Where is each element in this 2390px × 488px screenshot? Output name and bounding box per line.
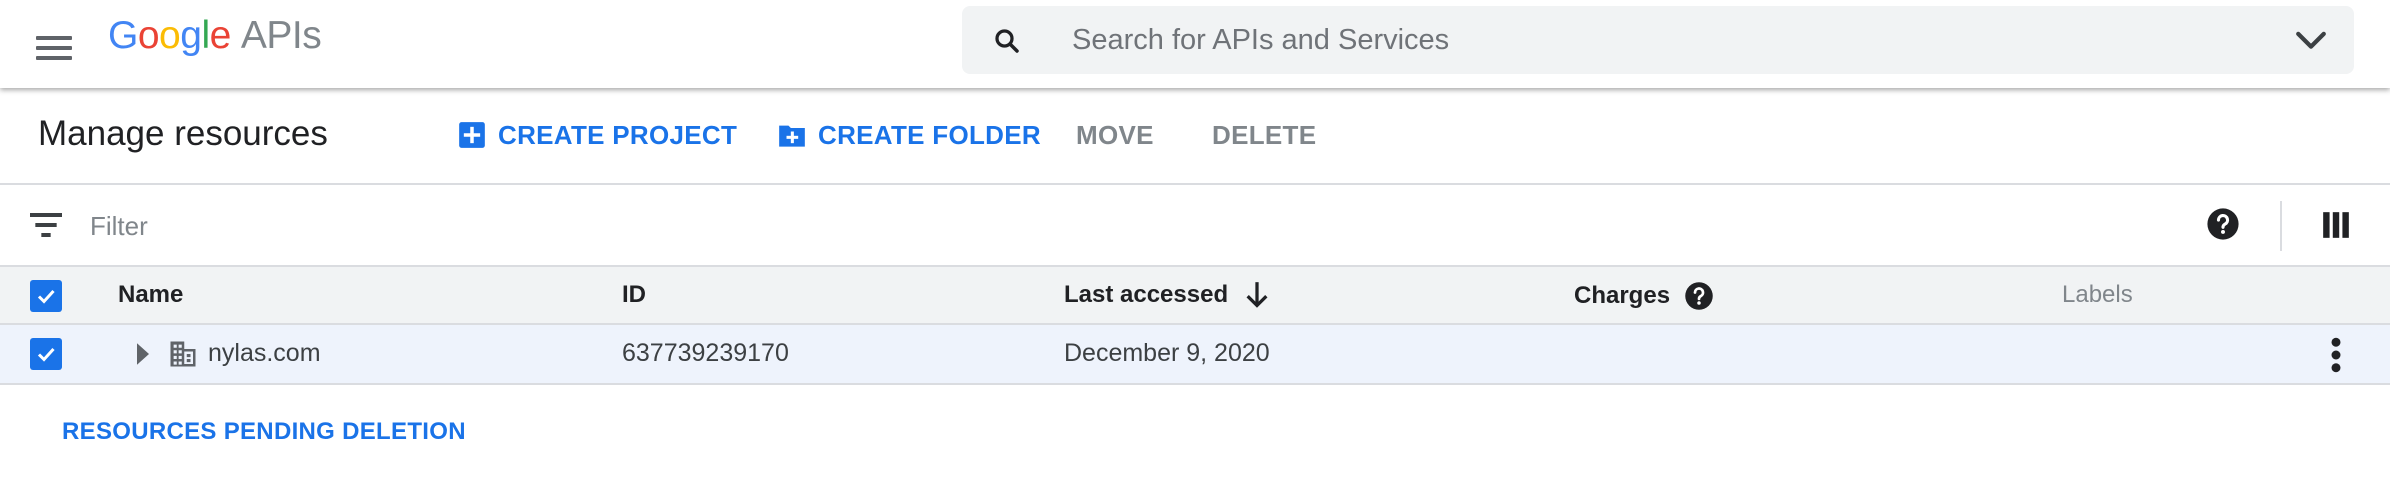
- create-project-button[interactable]: CREATE PROJECT: [458, 112, 737, 158]
- more-vert-icon[interactable]: [2324, 337, 2348, 373]
- expand-arrow-icon[interactable]: [134, 342, 152, 366]
- column-header-label: Charges: [1574, 282, 1671, 309]
- filter-list-icon: [30, 213, 62, 237]
- column-header-label: Last accessed: [1064, 281, 1229, 308]
- menu-icon-bar: [36, 56, 72, 60]
- menu-icon-bar: [36, 46, 72, 50]
- help-icon[interactable]: [2206, 207, 2240, 241]
- create-folder-button[interactable]: CREATE FOLDER: [778, 112, 1041, 158]
- column-header-name[interactable]: Name: [118, 281, 183, 309]
- create-folder-icon: [779, 125, 805, 147]
- checkmark-icon: [37, 289, 55, 304]
- create-project-label: CREATE PROJECT: [498, 119, 738, 150]
- logo-product-name: APIs: [240, 14, 322, 57]
- logo-letter: o: [137, 14, 160, 57]
- delete-button[interactable]: DELETE: [1212, 112, 1316, 158]
- search-icon: [995, 29, 1019, 53]
- column-header-label: Name: [118, 281, 184, 308]
- filter-input[interactable]: [90, 205, 890, 247]
- top-app-bar: Google APIs: [0, 0, 2390, 88]
- help-icon[interactable]: [1684, 281, 1714, 311]
- move-label: MOVE: [1076, 119, 1154, 150]
- create-folder-label: CREATE FOLDER: [818, 119, 1041, 150]
- resource-last-accessed: December 9, 2020: [1064, 339, 1270, 367]
- delete-label: DELETE: [1212, 119, 1317, 150]
- column-header-id[interactable]: ID: [622, 281, 646, 309]
- organization-icon: [170, 341, 196, 367]
- resource-name[interactable]: nylas.com: [208, 339, 321, 368]
- action-toolbar: Manage resources CREATE PROJECT CREATE F…: [0, 88, 2390, 185]
- column-header-charges[interactable]: Charges: [1574, 281, 1714, 311]
- filter-bar: [0, 185, 2390, 267]
- resources-pending-deletion-link[interactable]: RESOURCES PENDING DELETION: [62, 418, 466, 446]
- search-bar[interactable]: [962, 6, 2354, 74]
- logo-letter: g: [180, 14, 202, 57]
- resource-id: 637739239170: [622, 339, 789, 367]
- column-header-label: Labels: [2062, 281, 2133, 308]
- search-input[interactable]: [1072, 18, 2232, 62]
- toolbar-divider: [2280, 201, 2282, 251]
- add-box-icon: [459, 122, 485, 148]
- menu-icon-bar: [36, 36, 72, 40]
- table-header: Name ID Last accessed Charges Labels: [0, 267, 2390, 325]
- page-title: Manage resources: [38, 114, 328, 153]
- logo-letter: l: [201, 14, 210, 57]
- main-menu-button[interactable]: [24, 18, 84, 78]
- checkmark-icon: [37, 347, 55, 362]
- logo-letter: G: [108, 14, 138, 57]
- column-header-last-accessed[interactable]: Last accessed: [1064, 281, 1270, 309]
- column-header-labels: Labels: [2062, 281, 2133, 309]
- column-display-icon[interactable]: [2322, 211, 2350, 239]
- row-checkbox[interactable]: [30, 338, 62, 370]
- chevron-down-icon[interactable]: [2294, 28, 2328, 54]
- select-all-checkbox[interactable]: [30, 280, 62, 312]
- move-button[interactable]: MOVE: [1076, 112, 1154, 158]
- logo-letter: e: [209, 14, 232, 57]
- column-header-label: ID: [622, 281, 646, 308]
- logo-letter: o: [159, 14, 181, 57]
- arrow-down-icon: [1246, 282, 1268, 308]
- google-apis-logo[interactable]: Google APIs: [108, 14, 322, 64]
- table-row[interactable]: nylas.com 637739239170 December 9, 2020: [0, 325, 2390, 385]
